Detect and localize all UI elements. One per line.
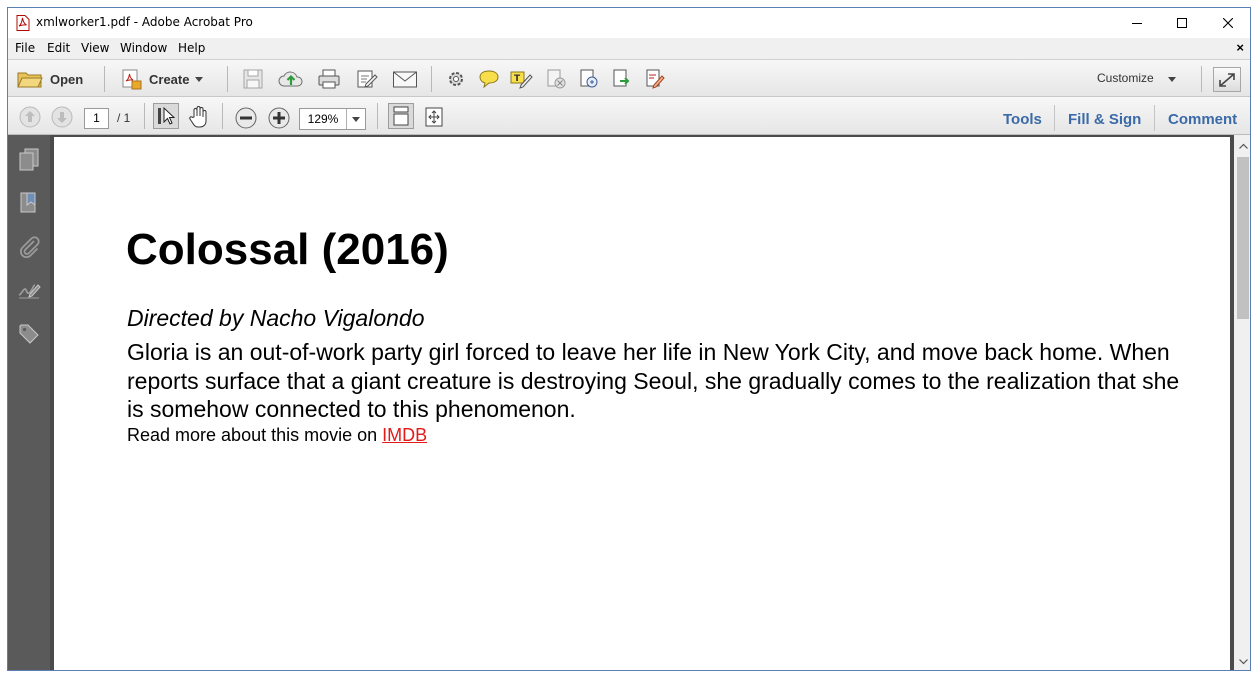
close-document-button[interactable]: ×	[1236, 40, 1244, 55]
zoom-select[interactable]: 129%	[299, 108, 366, 130]
page-total: / 1	[117, 111, 131, 125]
separator	[227, 66, 228, 92]
read-more-line: Read more about this movie on IMDB	[127, 425, 427, 446]
customize-dropdown-icon[interactable]	[1168, 77, 1176, 82]
tools-pane-button[interactable]: Tools	[1003, 111, 1042, 128]
zoom-out-icon[interactable]	[234, 105, 258, 131]
select-tool-icon[interactable]	[153, 103, 179, 129]
menu-edit[interactable]: Edit	[47, 41, 70, 55]
navigation-toolbar: 1 / 1 129% Tools Fill & Sign Comment	[8, 97, 1250, 135]
menu-help[interactable]: Help	[178, 41, 205, 55]
separator	[377, 103, 378, 129]
comment-icon[interactable]	[478, 66, 500, 92]
tag-icon[interactable]	[17, 322, 41, 346]
attachment-icon[interactable]	[17, 235, 41, 259]
open-button[interactable]: Open	[17, 66, 83, 92]
synopsis-paragraph: Gloria is an out-of-work party girl forc…	[127, 339, 1180, 423]
pdf-page: Colossal (2016) Directed by Nacho Vigalo…	[54, 137, 1230, 670]
separator	[144, 103, 145, 129]
pages-icon[interactable]	[17, 147, 41, 171]
scrollbar-thumb[interactable]	[1237, 157, 1249, 319]
attach-icon[interactable]	[545, 66, 567, 92]
director-line: Directed by Nacho Vigalondo	[127, 305, 425, 331]
scroll-up-icon[interactable]	[1234, 137, 1250, 154]
zoom-dropdown-icon[interactable]	[346, 109, 365, 129]
folder-icon	[17, 69, 43, 89]
stamp-icon[interactable]	[578, 66, 600, 92]
menu-view[interactable]: View	[81, 41, 109, 55]
bookmark-icon[interactable]	[17, 191, 41, 215]
maximize-icon[interactable]	[1159, 8, 1205, 38]
read-more-text: Read more about this movie on	[127, 425, 383, 445]
minimize-icon[interactable]	[1114, 8, 1160, 38]
print-icon[interactable]	[317, 66, 341, 92]
document-viewport[interactable]: Colossal (2016) Directed by Nacho Vigalo…	[50, 135, 1234, 670]
previous-page-icon[interactable]	[18, 104, 42, 130]
create-button[interactable]: Create	[120, 66, 204, 92]
page-number-input[interactable]: 1	[84, 108, 109, 129]
scrolling-mode-icon[interactable]	[388, 103, 414, 129]
sign-icon[interactable]	[644, 66, 666, 92]
hand-tool-icon[interactable]	[188, 104, 210, 130]
edit-icon[interactable]	[356, 66, 378, 92]
fullscreen-button[interactable]	[1213, 67, 1241, 92]
window-title: xmlworker1.pdf - Adobe Acrobat Pro	[36, 15, 253, 29]
comment-pane-button[interactable]: Comment	[1168, 111, 1237, 128]
separator	[431, 66, 432, 92]
menu-window[interactable]: Window	[120, 41, 167, 55]
create-pdf-icon	[120, 68, 142, 90]
fill-sign-pane-button[interactable]: Fill & Sign	[1068, 111, 1141, 128]
expand-icon	[1218, 72, 1236, 88]
settings-icon[interactable]	[445, 66, 467, 92]
open-label: Open	[50, 71, 84, 87]
highlight-icon[interactable]: T	[510, 66, 534, 92]
close-icon[interactable]	[1205, 8, 1250, 38]
export-icon[interactable]	[611, 66, 633, 92]
separator	[1201, 66, 1202, 92]
svg-text:T: T	[514, 74, 521, 84]
acrobat-window: xmlworker1.pdf - Adobe Acrobat Pro File …	[7, 7, 1251, 671]
separator	[1154, 105, 1155, 131]
save-icon[interactable]	[242, 66, 264, 92]
imdb-link[interactable]: IMDB	[382, 425, 427, 445]
fit-page-icon[interactable]	[423, 104, 445, 130]
dropdown-arrow-icon	[195, 76, 204, 82]
separator	[222, 103, 223, 129]
email-icon[interactable]	[392, 66, 418, 92]
main-toolbar: Open Create T Customize	[8, 59, 1250, 97]
separator	[104, 66, 105, 92]
document-heading: Colossal (2016)	[126, 225, 449, 274]
menu-bar: File Edit View Window Help ×	[8, 38, 1250, 58]
create-label: Create	[149, 71, 190, 87]
customize-menu[interactable]: Customize	[1097, 71, 1154, 85]
signature-icon[interactable]	[17, 278, 41, 302]
menu-file[interactable]: File	[15, 41, 35, 55]
vertical-scrollbar[interactable]	[1234, 135, 1250, 670]
cloud-upload-icon[interactable]	[278, 66, 304, 92]
scroll-down-icon[interactable]	[1234, 653, 1250, 670]
next-page-icon[interactable]	[50, 104, 74, 130]
zoom-value[interactable]: 129%	[300, 109, 346, 129]
acrobat-pdf-icon	[16, 15, 30, 31]
navigation-pane	[8, 135, 50, 670]
zoom-in-icon[interactable]	[267, 105, 291, 131]
title-bar: xmlworker1.pdf - Adobe Acrobat Pro	[8, 8, 1250, 38]
separator	[1054, 105, 1055, 131]
